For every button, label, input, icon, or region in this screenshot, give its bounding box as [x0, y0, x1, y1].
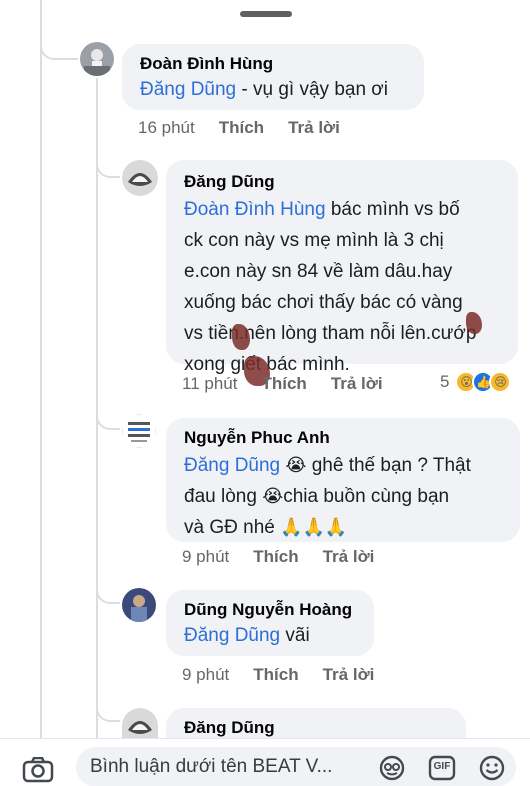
- emoji-icon[interactable]: [478, 754, 506, 782]
- comment-text: bác mình vs bố: [325, 199, 460, 220]
- avatar[interactable]: [80, 42, 114, 76]
- comment-input-container[interactable]: GIF: [76, 747, 516, 786]
- comment-text: và GĐ nhé: [184, 517, 281, 538]
- comment-bubble: Đăng Dũng Đoàn Đình Hùng bác mình vs bố …: [166, 160, 518, 375]
- camera-icon[interactable]: [22, 756, 54, 783]
- comment-author[interactable]: Đoàn Đình Hùng: [140, 52, 408, 76]
- comment-text: vãi: [280, 625, 310, 646]
- mention-link[interactable]: Đăng Dũng: [140, 79, 236, 100]
- comment-author[interactable]: Đăng Dũng: [184, 170, 502, 194]
- comment-text: ck con này vs mẹ mình là 3 chị: [184, 230, 444, 251]
- comment-author[interactable]: Nguyễn Phuc Anh: [184, 426, 504, 450]
- comment-meta: 9 phút Thích Trả lời: [182, 547, 398, 567]
- comment-author[interactable]: Dũng Nguyễn Hoàng: [184, 598, 358, 622]
- thread-elbow-5: [96, 700, 120, 722]
- comment-input[interactable]: [90, 747, 360, 786]
- thread-elbow-1: [40, 30, 78, 60]
- crying-emoji: 😭: [262, 486, 284, 506]
- comment-text: - vụ gì vậy bạn ơi: [236, 79, 388, 100]
- comment-bubble: Dũng Nguyễn Hoàng Đăng Dũng vãi: [166, 590, 374, 656]
- comment-text: ghê thế bạn ? Thật: [306, 455, 471, 476]
- comment-meta: 11 phút Thích Trả lời: [182, 374, 407, 394]
- comment-author[interactable]: Đăng Dũng: [184, 716, 450, 738]
- gif-label: GIF: [433, 761, 451, 772]
- thread-elbow-2: [96, 150, 120, 178]
- reply-button[interactable]: Trả lời: [323, 665, 375, 685]
- comment-time[interactable]: 9 phút: [182, 547, 229, 567]
- comment-meta: 9 phút Thích Trả lời: [182, 665, 398, 685]
- thread-elbow-4: [96, 578, 120, 604]
- sad-reaction-icon: 😢: [489, 371, 512, 393]
- thread-line-outer: [40, 0, 42, 738]
- reply-button[interactable]: Trả lời: [288, 118, 340, 138]
- avatar[interactable]: [122, 708, 158, 738]
- comment-bubble: Đoàn Đình Hùng Đăng Dũng - vụ gì vậy bạn…: [122, 44, 424, 110]
- comment-bubble: Đăng Dũng: [166, 708, 466, 738]
- comment-text: đau lòng: [184, 486, 263, 507]
- like-button[interactable]: Thích: [253, 547, 298, 567]
- mention-link[interactable]: Đoàn Đình Hùng: [184, 199, 326, 220]
- avatar[interactable]: [122, 588, 156, 622]
- reply-button[interactable]: Trả lời: [323, 547, 375, 567]
- mention-link[interactable]: Đăng Dũng: [184, 625, 280, 646]
- like-button[interactable]: Thích: [219, 118, 264, 138]
- comment-composer: GIF: [0, 738, 530, 786]
- crying-emoji: 😭: [285, 455, 307, 475]
- comment-text: chia buồn cùng bạn: [283, 486, 450, 507]
- comment-text: xuống bác chơi thấy bác có vàng: [184, 292, 463, 313]
- reaction-count: 5: [440, 372, 450, 391]
- praying-hands-emoji: 🙏🙏🙏: [280, 517, 348, 537]
- gif-icon[interactable]: GIF: [428, 754, 456, 782]
- avatar[interactable]: [122, 160, 158, 196]
- reply-button[interactable]: Trả lời: [331, 374, 383, 394]
- comment-meta: 16 phút Thích Trả lời: [138, 118, 364, 138]
- comment-time[interactable]: 11 phút: [182, 374, 237, 394]
- avatar-sticker-icon[interactable]: [378, 754, 406, 782]
- like-button[interactable]: Thích: [253, 665, 298, 685]
- comment-text: e.con này sn 84 về làm dâu.hay: [184, 261, 453, 282]
- reaction-summary[interactable]: 5 😮 👍 😢: [440, 371, 512, 393]
- mention-link[interactable]: Đăng Dũng: [184, 455, 280, 476]
- drag-handle[interactable]: [240, 11, 292, 17]
- comment-time[interactable]: 16 phút: [138, 118, 195, 138]
- comment-time[interactable]: 9 phút: [182, 665, 229, 685]
- comment-bubble: Nguyễn Phuc Anh Đăng Dũng 😭 ghê thế bạn …: [166, 418, 520, 542]
- thread-elbow-3: [96, 404, 120, 430]
- like-button[interactable]: Thích: [261, 374, 306, 394]
- avatar[interactable]: [122, 414, 156, 448]
